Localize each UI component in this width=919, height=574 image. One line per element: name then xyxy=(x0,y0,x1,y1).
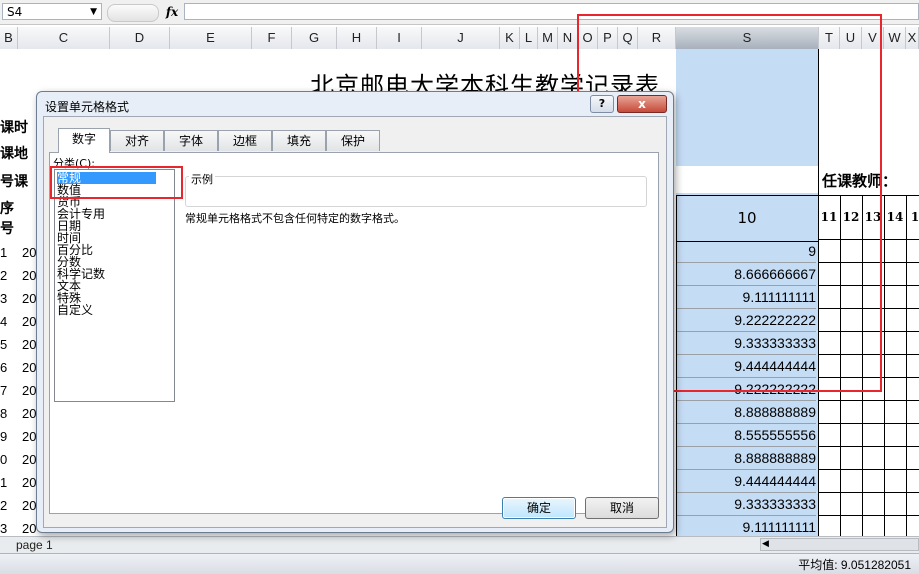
row-number[interactable]: 1 xyxy=(0,245,7,260)
row-number[interactable]: 1 xyxy=(0,475,7,490)
col-header-g[interactable]: G xyxy=(292,27,337,49)
scroll-left-icon[interactable]: ◀ xyxy=(762,538,774,551)
tab-fill[interactable]: 填充 xyxy=(272,130,326,151)
row-number[interactable]: 3 xyxy=(0,521,7,536)
row-id-fragment: 20 xyxy=(22,452,37,467)
tab-protection[interactable]: 保护 xyxy=(326,130,380,151)
row-id-fragment: 20 xyxy=(22,245,37,260)
sample-label: 示例 xyxy=(189,171,215,187)
tab-font[interactable]: 字体 xyxy=(164,130,218,151)
grid-line xyxy=(819,446,919,447)
row-number[interactable]: 7 xyxy=(0,383,7,398)
row-id-fragment: 20 xyxy=(22,429,37,444)
category-item[interactable]: 自定义 xyxy=(57,304,93,316)
grid-line xyxy=(819,469,919,470)
s-value-cell[interactable]: 9.444444444 xyxy=(676,470,816,493)
label-fragment-num: 号 xyxy=(0,221,14,237)
sample-box xyxy=(185,176,647,207)
grid-line xyxy=(884,195,885,536)
col-header-e[interactable]: E xyxy=(170,27,252,49)
row-id-fragment: 20 xyxy=(22,406,37,421)
row-number[interactable]: 2 xyxy=(0,498,7,513)
week-header-15: 1 xyxy=(910,210,919,224)
row-id-fragment: 20 xyxy=(22,498,37,513)
sheet-tab[interactable]: page 1 xyxy=(8,537,76,553)
label-fragment-time: 课时 xyxy=(0,120,28,136)
tab-alignment[interactable]: 对齐 xyxy=(110,130,164,151)
row-id-fragment: 20 xyxy=(22,314,37,329)
col-header-b[interactable]: B xyxy=(0,27,18,49)
row-id-fragment: 20 xyxy=(22,268,37,283)
row-id-fragment: 20 xyxy=(22,383,37,398)
s-value-cell[interactable]: 9.333333333 xyxy=(676,493,816,516)
row-number[interactable]: 9 xyxy=(0,429,7,444)
row-number[interactable]: 4 xyxy=(0,314,7,329)
tab-number[interactable]: 数字 xyxy=(58,128,110,153)
close-button[interactable]: x xyxy=(617,95,667,113)
col-header-n[interactable]: N xyxy=(558,27,578,49)
row-id-fragment: 20 xyxy=(22,360,37,375)
row-number[interactable]: 2 xyxy=(0,268,7,283)
col-header-m[interactable]: M xyxy=(538,27,558,49)
row-id-fragment: 20 xyxy=(22,521,37,536)
status-bar xyxy=(0,553,919,574)
formula-bar-splitter[interactable] xyxy=(107,4,159,22)
label-fragment-course: 号课 xyxy=(0,174,28,190)
horizontal-scrollbar[interactable] xyxy=(760,538,919,551)
dialog-title: 设置单元格格式 xyxy=(45,100,130,114)
grid-line xyxy=(819,400,919,401)
row-id-fragment: 20 xyxy=(22,291,37,306)
cancel-button[interactable]: 取消 xyxy=(585,497,659,519)
week-header-14: 14 xyxy=(886,210,904,224)
name-box[interactable]: S4 ▼ xyxy=(2,3,102,20)
row-number[interactable]: 8 xyxy=(0,406,7,421)
row-number[interactable]: 6 xyxy=(0,360,7,375)
s-value-cell[interactable]: 8.555555556 xyxy=(676,424,816,447)
col-header-w[interactable]: W xyxy=(884,27,906,49)
col-header-h[interactable]: H xyxy=(337,27,377,49)
row-number[interactable]: 3 xyxy=(0,291,7,306)
row-id-fragment: 20 xyxy=(22,475,37,490)
category-list[interactable]: 常规数值货币会计专用日期时间百分比分数科学记数文本特殊自定义 ▲ ▼ xyxy=(54,169,175,402)
col-header-c[interactable]: C xyxy=(18,27,110,49)
label-fragment-seq: 序 xyxy=(0,201,14,217)
tab-border[interactable]: 边框 xyxy=(218,130,272,151)
grid-line xyxy=(819,515,919,516)
col-header-x[interactable]: X xyxy=(906,27,919,49)
status-average: 平均值: 9.051282051 xyxy=(798,558,911,572)
grid-line xyxy=(819,492,919,493)
chevron-down-icon[interactable]: ▼ xyxy=(90,4,97,21)
insert-function-icon[interactable]: fx xyxy=(162,2,182,22)
row-number[interactable]: 0 xyxy=(0,452,7,467)
annotation-box-category xyxy=(50,166,183,199)
s-value-cell[interactable]: 8.888888889 xyxy=(676,447,816,470)
row-number[interactable]: 5 xyxy=(0,337,7,352)
s-value-cell[interactable]: 8.888888889 xyxy=(676,401,816,424)
grid-line xyxy=(819,423,919,424)
col-header-d[interactable]: D xyxy=(110,27,170,49)
col-header-i[interactable]: I xyxy=(377,27,422,49)
row-id-fragment: 20 xyxy=(22,337,37,352)
format-description: 常规单元格格式不包含任何特定的数字格式。 xyxy=(185,212,405,225)
col-header-l[interactable]: L xyxy=(520,27,538,49)
col-header-j[interactable]: J xyxy=(422,27,500,49)
format-cells-dialog: 设置单元格格式 ? x 数字 对齐 字体 边框 填充 保护 分类(C): 常规数… xyxy=(36,91,674,533)
help-button[interactable]: ? xyxy=(590,95,614,113)
grid-line xyxy=(906,195,907,536)
ok-button[interactable]: 确定 xyxy=(502,497,576,519)
col-header-k[interactable]: K xyxy=(500,27,520,49)
label-fragment-place: 课地 xyxy=(0,146,28,162)
col-header-f[interactable]: F xyxy=(252,27,292,49)
name-box-value: S4 xyxy=(7,5,23,19)
